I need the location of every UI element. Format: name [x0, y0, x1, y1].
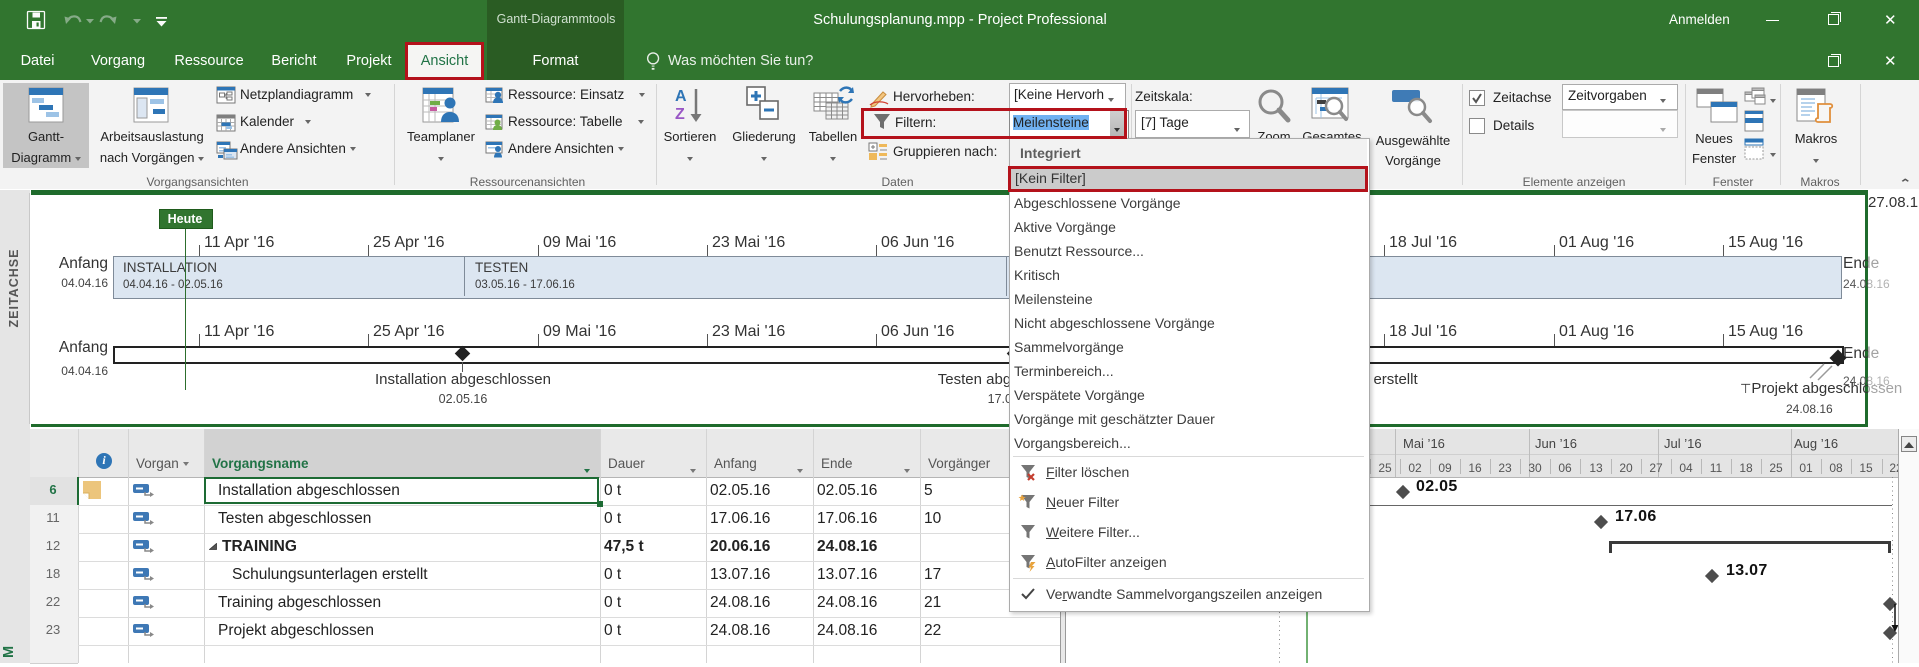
svg-text:A: A — [675, 88, 687, 105]
svg-text:Z: Z — [675, 106, 685, 123]
